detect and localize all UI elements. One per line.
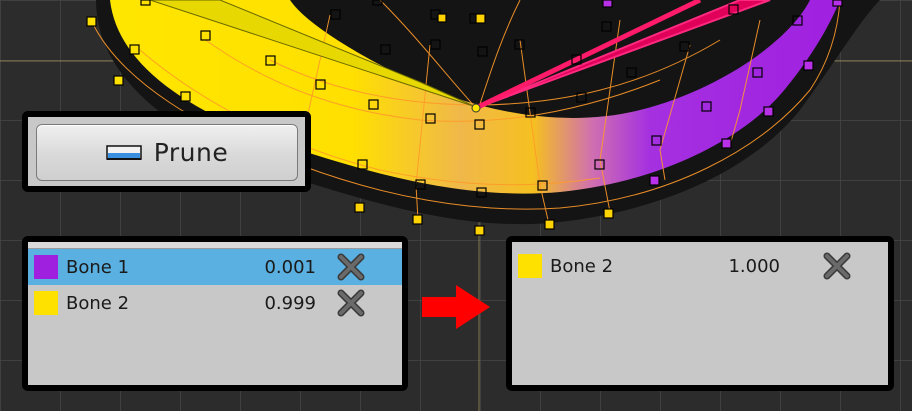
bone-weights-panel-before: Bone 1 0.001 Bone 2 0.999 [22, 236, 408, 391]
bone-weight-row[interactable]: Bone 1 0.001 [28, 249, 402, 285]
scene-viewport[interactable]: Prune Bone 1 0.001 Bone 2 0.999 Bone 2 1… [0, 0, 912, 411]
prune-panel: Prune [22, 111, 311, 192]
right-arrow-icon [422, 285, 490, 329]
bone-name: Bone 1 [66, 256, 130, 278]
bone-weight-row[interactable]: Bone 2 0.999 [28, 285, 402, 321]
prune-button[interactable]: Prune [36, 124, 298, 181]
close-x-icon[interactable] [822, 251, 852, 281]
bone-weight-value: 0.001 [264, 256, 316, 278]
prune-eraser-icon [106, 144, 142, 160]
prune-button-label: Prune [153, 138, 229, 167]
bone-weight-value: 1.000 [728, 255, 780, 277]
bone-pivot [471, 103, 481, 113]
bone-name: Bone 2 [550, 255, 614, 277]
bone-color-swatch [34, 291, 58, 315]
bone-name: Bone 2 [66, 292, 130, 314]
panel-header-strip [28, 242, 402, 249]
bone-weight-value: 0.999 [264, 292, 316, 314]
close-x-icon[interactable] [336, 288, 366, 318]
close-x-icon[interactable] [336, 252, 366, 282]
bone-color-swatch [34, 255, 58, 279]
bone-weight-row[interactable]: Bone 2 1.000 [512, 248, 888, 284]
bone-weights-panel-after: Bone 2 1.000 [506, 236, 894, 391]
bone-color-swatch [518, 254, 542, 278]
